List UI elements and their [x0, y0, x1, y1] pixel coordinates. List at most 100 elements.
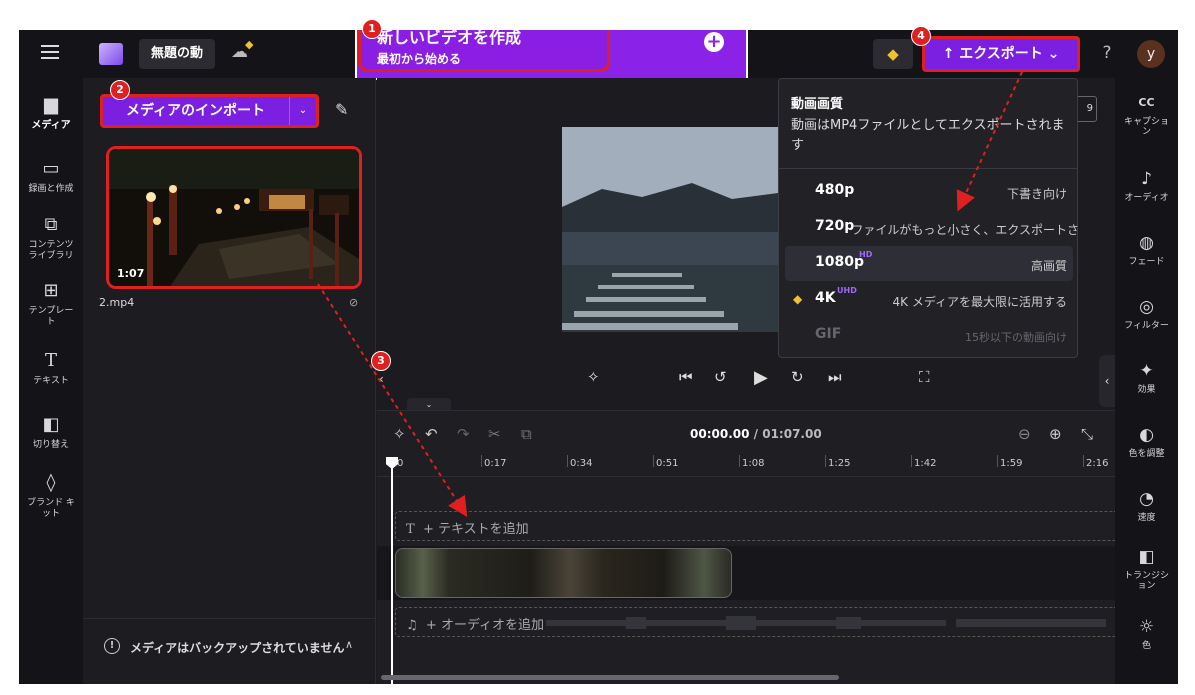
nav-item-record[interactable]: ▭ 録画と作成 [19, 158, 83, 195]
ruler-tick: 1:25 [828, 458, 851, 469]
ruler-tick-line [481, 455, 482, 467]
redo-icon[interactable]: ↷ [457, 425, 470, 443]
export-option-720p[interactable]: 720p ファイルがもっと小さく、エクスポートさ [785, 210, 1079, 245]
export-button[interactable]: ↑ エクスポート ⌄ [922, 36, 1080, 72]
tool-filters[interactable]: ◎ フィルター [1115, 296, 1178, 331]
help-button[interactable]: ? [1097, 43, 1117, 65]
fullscreen-icon[interactable]: ⛶ [919, 368, 930, 386]
tool-effects[interactable]: ✦ 効果 [1115, 360, 1178, 395]
forward-5-icon[interactable]: ↻ [791, 368, 804, 386]
nav-item-brand-kit[interactable]: ◊ ブランド キ ット [19, 472, 83, 520]
media-filename: 2.mp4 [99, 296, 135, 309]
text-track[interactable]: T + テキストを追加 [395, 511, 1115, 541]
ruler-tick-line [567, 455, 568, 467]
magic-wand-icon[interactable]: ✎ [335, 100, 357, 122]
annotation-badge-1: 1 [362, 19, 382, 39]
export-option-1080p[interactable]: 1080p HD 高画質 [785, 246, 1073, 281]
play-icon[interactable]: ▶ [754, 367, 768, 388]
avatar[interactable]: y [1137, 40, 1165, 68]
tool-fade[interactable]: ◍ フェード [1115, 232, 1178, 267]
ruler-tick-line [653, 455, 654, 467]
zoom-out-icon[interactable]: ⊖ [1018, 425, 1031, 443]
export-option-480p[interactable]: 480p 下書き向け [785, 174, 1073, 209]
effects-icon: ✦ [1139, 361, 1154, 381]
duplicate-icon[interactable]: ⧉ [521, 425, 532, 443]
tool-speed[interactable]: ◔ 速度 [1115, 488, 1178, 523]
hd-badge: HD [859, 250, 873, 259]
nav-item-content-library[interactable]: ⧉ コンテンツ ライブラリ [19, 214, 83, 262]
playhead[interactable] [391, 458, 393, 684]
tool-transitions[interactable]: ◧ トランジシ ョン [1115, 546, 1178, 591]
magic-edit-icon[interactable]: ✧ [587, 368, 600, 386]
video-clip[interactable] [395, 548, 732, 598]
backup-message: メディアはバックアップされていません [130, 641, 345, 655]
tool-label: 色 [1141, 641, 1151, 651]
ruler-tick-line [1083, 455, 1084, 467]
plus-icon[interactable]: + [704, 32, 724, 52]
left-nav: ▆ メディア ▭ 録画と作成 ⧉ コンテンツ ライブラリ ⊞ テンプレー ト T… [19, 78, 83, 684]
tool-color[interactable]: ☼ 色 [1115, 616, 1178, 651]
nav-label: 切り替え [32, 440, 69, 450]
option-hint: 15秒以下の動画向け [965, 331, 1067, 344]
ruler-tick-line [825, 455, 826, 467]
fit-to-screen-icon[interactable]: ⤡ [1081, 425, 1093, 443]
chevron-down-icon[interactable]: ⌄ [289, 97, 316, 125]
tool-audio[interactable]: ♪ オーディオ [1115, 168, 1178, 203]
ruler-tick: 0:51 [656, 458, 679, 469]
annotation-badge-2: 2 [110, 80, 130, 100]
export-option-4k[interactable]: ◆ 4K UHD 4K メディアを最大限に活用する [785, 282, 1073, 317]
option-resolution: GIF [815, 326, 842, 342]
audio-track[interactable]: ♫ + オーディオを追加 [395, 607, 1115, 637]
ai-sparkle-icon[interactable]: ✧ [393, 425, 406, 443]
chevron-up-icon[interactable]: ∧ [345, 638, 353, 651]
premium-diamond-icon: ◆ [793, 292, 803, 306]
undo-icon[interactable]: ↶ [425, 425, 438, 443]
menu-icon[interactable] [41, 45, 59, 59]
zoom-in-icon[interactable]: ⊕ [1049, 425, 1062, 443]
create-new-video-subtitle: 最初から始める [377, 52, 462, 66]
option-hint: 4K メディアを最大限に活用する [892, 295, 1067, 309]
timeline: ✧ ↶ ↷ ✂ ⧉ 00:00.00 / 01:07.00 ⊖ ⊕ ⤡ 0 0:… [377, 410, 1115, 684]
music-note-icon: ♫ [406, 618, 418, 633]
ruler-tick: 1:42 [914, 458, 937, 469]
nav-item-text[interactable]: T テキスト [19, 350, 83, 387]
annotation-badge-4: 4 [911, 26, 931, 46]
time-ruler[interactable]: 0 0:17 0:34 0:51 1:08 1:25 1:42 1:59 2:1… [377, 455, 1115, 477]
scissors-icon[interactable]: ✂ [488, 425, 501, 443]
nav-item-templates[interactable]: ⊞ テンプレー ト [19, 280, 83, 328]
speed-icon: ◔ [1139, 489, 1154, 509]
app-window: 無題の動 ☁ ◆ 新しいビデオを作成 最初から始める + ◆ ↑ エクスポート ⌄… [19, 30, 1178, 684]
ruler-tick-line [911, 455, 912, 467]
option-resolution: 4K [815, 290, 836, 306]
add-text-label: + テキストを追加 [422, 522, 529, 537]
export-quality-menu: 動画画質 動画はMP4ファイルとしてエクスポートされます 480p 下書き向け … [778, 78, 1079, 358]
option-hint: 高画質 [1030, 259, 1067, 273]
option-resolution: 480p [815, 182, 855, 198]
nav-item-media[interactable]: ▆ メディア [19, 94, 83, 131]
option-hint: ファイルがもっと小さく、エクスポートさ [851, 223, 1079, 237]
audio-icon: ♪ [1141, 169, 1152, 189]
add-audio-label: + オーディオを追加 [425, 618, 545, 633]
option-resolution: 1080p [815, 254, 864, 270]
import-media-label: メディアのインポート [125, 103, 266, 119]
import-media-button[interactable]: メディアのインポート ⌄ [100, 94, 319, 128]
skip-forward-icon[interactable]: ⏭ [828, 368, 842, 386]
project-title[interactable]: 無題の動 [139, 39, 215, 69]
collapse-right-panel[interactable]: ‹ [1099, 355, 1115, 407]
media-thumbnail[interactable]: 1:07 [106, 146, 362, 289]
backup-status-bar[interactable]: ! メディアはバックアップされていません ∧ [83, 618, 375, 670]
collapse-left-icon[interactable]: ‹ [379, 372, 384, 386]
timeline-scrollbar[interactable] [381, 675, 839, 680]
premium-button[interactable]: ◆ [873, 39, 913, 69]
check-circle-icon: ⊘ [349, 296, 359, 309]
tool-captions[interactable]: CC キャプショ ン [1115, 92, 1178, 137]
rewind-5-icon[interactable]: ↺ [714, 368, 727, 386]
cloud-off-icon[interactable]: ☁ ◆ [231, 38, 255, 64]
nav-item-transitions[interactable]: ◧ 切り替え [19, 414, 83, 451]
tool-label: キャプショ ン [1123, 117, 1169, 137]
tool-color-adjust[interactable]: ◐ 色を調整 [1115, 424, 1178, 459]
export-option-gif[interactable]: GIF 15秒以下の動画向け [785, 318, 1073, 353]
skip-back-icon[interactable]: ⏮ [679, 368, 693, 386]
video-preview [562, 127, 778, 332]
create-new-video-banner[interactable]: 新しいビデオを作成 最初から始める + [355, 30, 748, 80]
